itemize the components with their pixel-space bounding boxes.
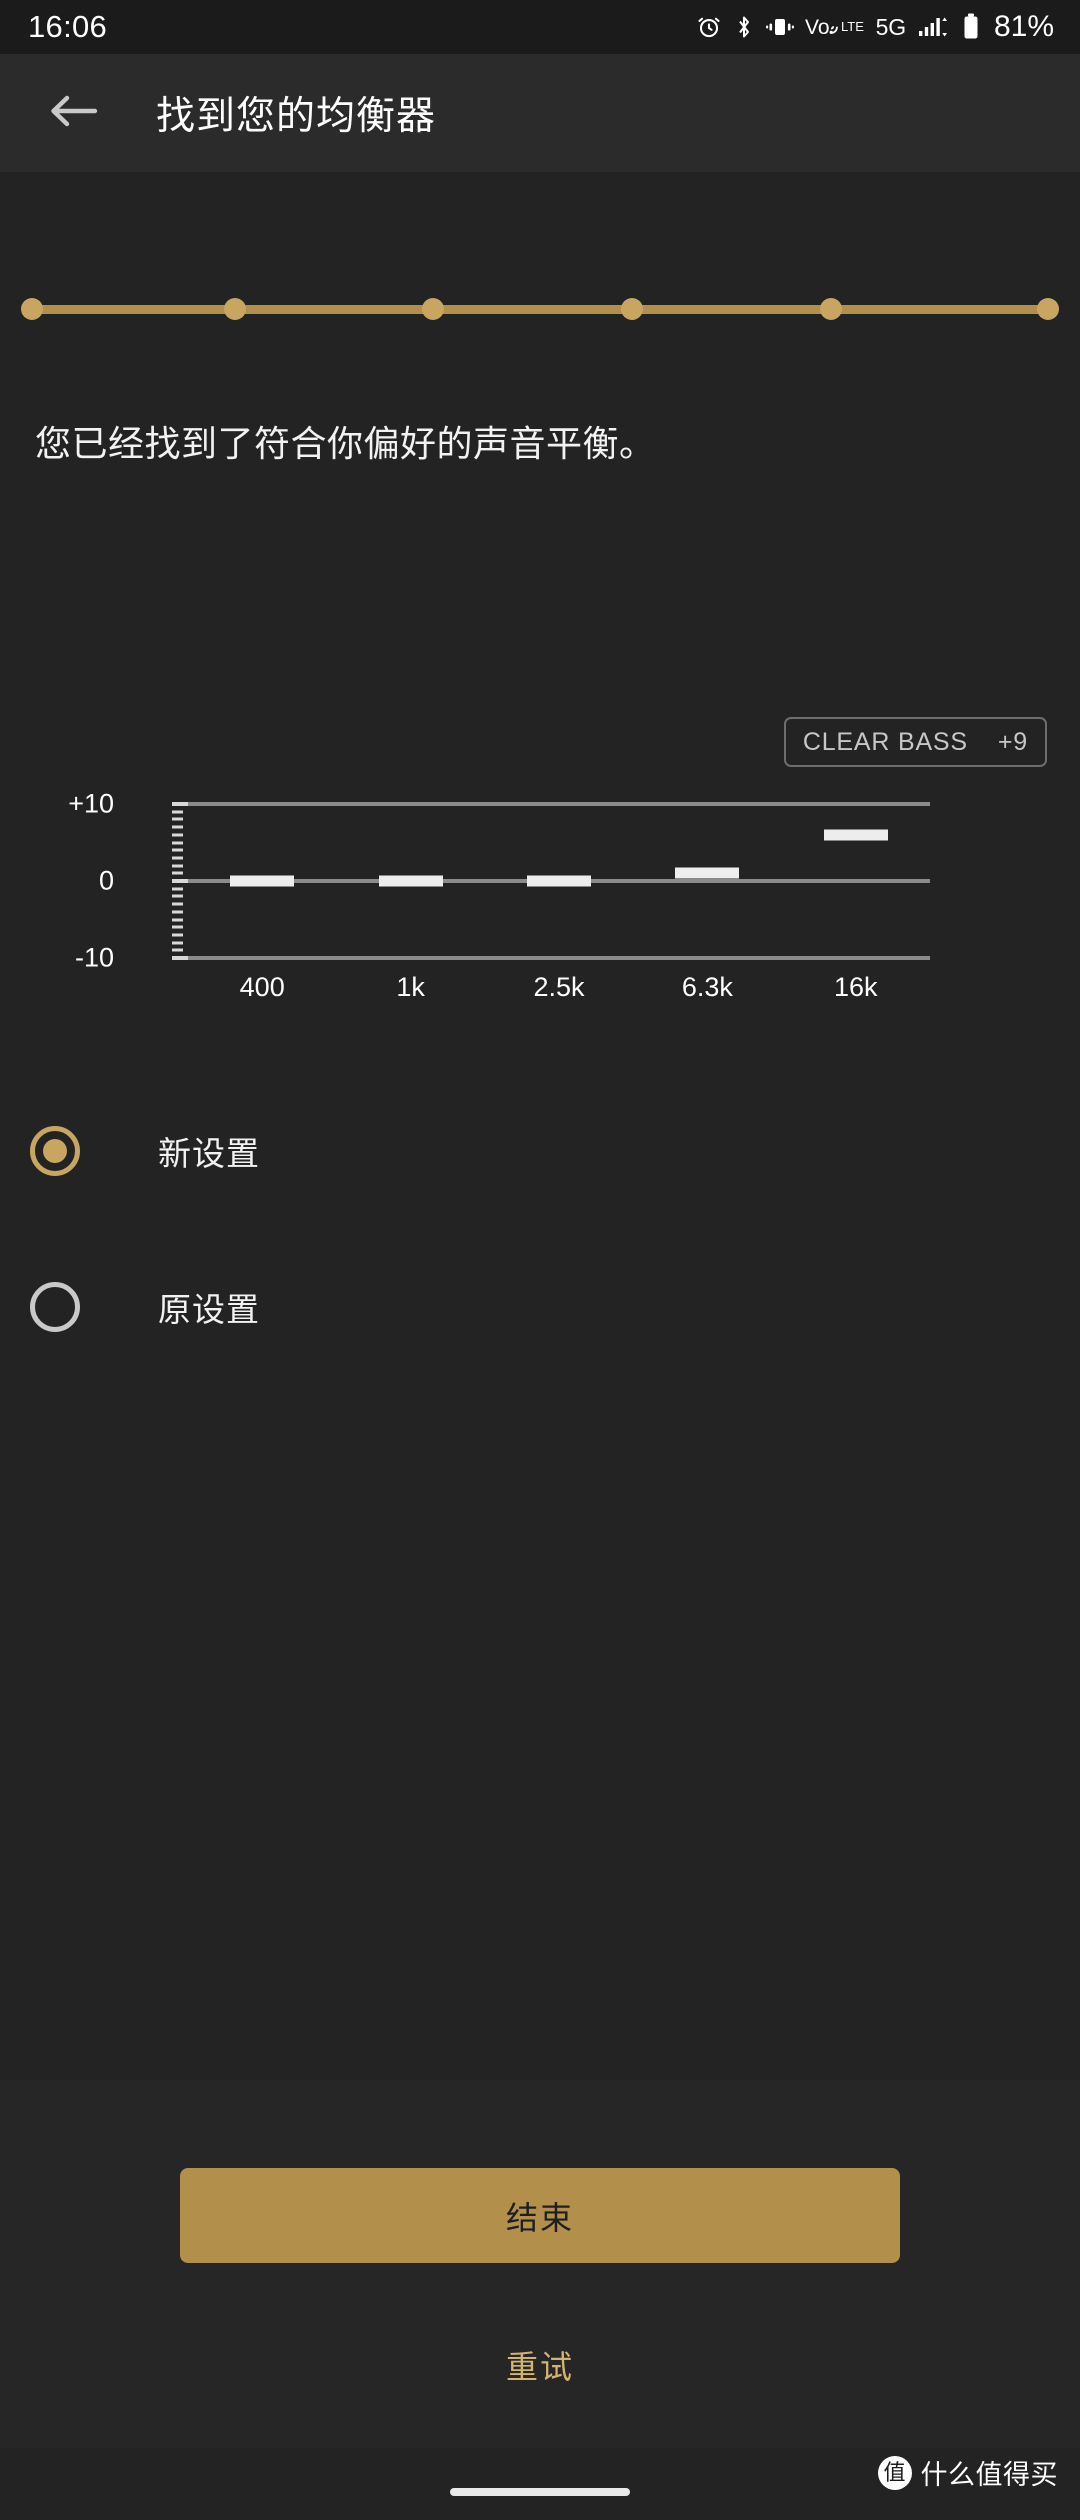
eq-y-tick-label: +10 [68, 788, 114, 819]
eq-tick-mark [172, 841, 183, 844]
equalizer-chart: +10 0 -10 400 1k 2.5k 6.3k 16k [68, 789, 930, 1072]
eq-tick-mark [172, 887, 183, 891]
clear-bass-badge: CLEAR BASS +9 [783, 717, 1047, 767]
eq-band-bar[interactable] [230, 875, 295, 887]
eq-tick-mark [172, 833, 183, 837]
option-label: 新设置 [158, 1135, 260, 1172]
volte-icon: Vo LTE [805, 13, 867, 41]
headline-text: 您已经找到了符合你偏好的声音平衡。 [35, 423, 656, 464]
watermark: 值 什么值得买 [877, 2453, 1059, 2492]
vibrate-icon [765, 15, 794, 39]
eq-tick-mark [172, 925, 183, 929]
radio-new-setting[interactable] [30, 1126, 80, 1176]
progress-dot [621, 298, 644, 320]
status-time: 16:06 [28, 9, 108, 44]
eq-x-tick-label: 400 [239, 972, 285, 1002]
bluetooth-icon [733, 14, 755, 40]
battery-label: 81% [993, 10, 1054, 43]
network-type-label: 5G [875, 13, 906, 40]
eq-grid-line [188, 802, 930, 806]
eq-x-tick-label: 1k [396, 972, 425, 1002]
app-toolbar: 找到您的均衡器 [0, 54, 1080, 172]
eq-tick-mark [172, 948, 183, 952]
eq-x-tick-label: 2.5k [533, 972, 585, 1002]
eq-tick-mark [172, 856, 183, 860]
radio-original-setting[interactable] [30, 1282, 80, 1332]
eq-band-bar[interactable] [823, 829, 888, 841]
signal-icon [917, 14, 951, 40]
battery-icon [962, 13, 980, 41]
eq-tick-mark [172, 902, 183, 906]
page-title: 找到您的均衡器 [156, 95, 437, 138]
progress-dot [1037, 298, 1059, 320]
eq-tick-mark [172, 894, 183, 898]
eq-tick-mark [172, 933, 183, 937]
eq-plot-area [188, 802, 930, 960]
eq-tick-mark [172, 817, 183, 821]
alarm-icon [696, 14, 722, 40]
eq-tick-mark [172, 810, 183, 814]
eq-tick-mark [172, 910, 183, 914]
eq-band-bar[interactable] [527, 875, 591, 887]
progress-dot [422, 298, 445, 320]
progress-dot [820, 298, 843, 320]
progress-dot [21, 298, 43, 320]
phone-screen: 16:06 Vo LTE 5G 81% 找到您的均衡器 您已经找到了符合你偏好的… [0, 0, 1080, 2520]
arrow-left-icon [47, 91, 99, 136]
eq-y-tick-label: -10 [74, 942, 114, 973]
finish-button[interactable]: 结束 [180, 2168, 900, 2263]
back-button[interactable] [30, 70, 116, 156]
progress-rail [32, 305, 1048, 314]
status-bar: 16:06 Vo LTE 5G 81% [0, 0, 1080, 54]
eq-tick-mark [172, 848, 183, 852]
svg-text:LTE: LTE [841, 19, 864, 34]
progress-dot [224, 298, 247, 320]
option-label: 原设置 [158, 1291, 260, 1328]
eq-tick-mark [172, 864, 183, 868]
eq-x-tick-label: 16k [834, 972, 878, 1002]
option-row-new[interactable]: 新设置 [0, 1112, 1080, 1190]
preset-options: 新设置 原设置 [0, 1112, 1080, 1424]
eq-grid-line [188, 956, 930, 960]
svg-text:Vo: Vo [805, 16, 830, 39]
eq-tick-mark [172, 918, 183, 921]
eq-tick-mark [172, 941, 183, 945]
retry-button[interactable]: 重试 [0, 2342, 1080, 2388]
home-indicator[interactable] [450, 2488, 630, 2496]
watermark-logo: 值 [877, 2455, 912, 2490]
eq-tick-mark [172, 871, 183, 875]
eq-band-bar[interactable] [675, 867, 740, 879]
eq-tick-mark [172, 825, 183, 829]
eq-y-tick-label: 0 [98, 865, 114, 896]
eq-x-tick-label: 6.3k [681, 972, 733, 1002]
footer-actions: 结束 重试 值 什么值得买 [0, 2080, 1080, 2520]
eq-band-bar[interactable] [378, 875, 443, 887]
step-progress-bar [21, 298, 1059, 320]
status-icons: Vo LTE 5G 81% [696, 10, 1054, 44]
main-content: 您已经找到了符合你偏好的声音平衡。 CLEAR BASS +9 +10 0 -10 … [0, 172, 1080, 2520]
clear-bass-label: CLEAR BASS [802, 727, 968, 756]
clear-bass-value: +9 [997, 727, 1028, 756]
option-row-original[interactable]: 原设置 [0, 1268, 1080, 1346]
watermark-text: 什么值得买 [920, 2460, 1058, 2490]
